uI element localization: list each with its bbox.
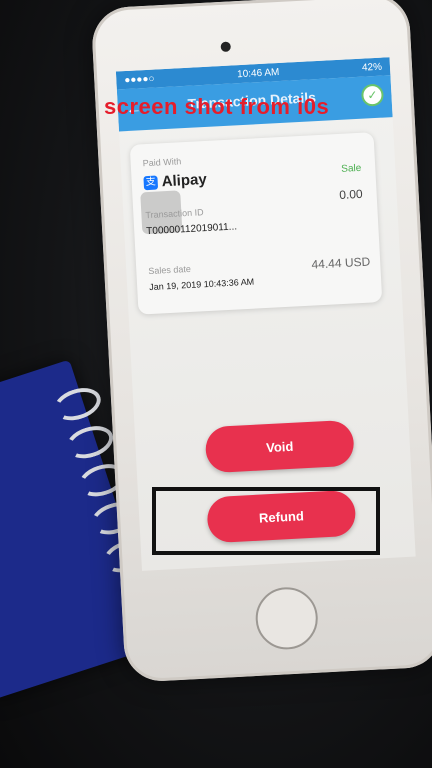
- check-icon: ✓: [360, 83, 385, 107]
- signal-icon: ●●●●○: [124, 73, 155, 86]
- front-camera: [220, 41, 231, 53]
- notebook-ring: [62, 420, 118, 464]
- sales-date: Jan 19, 2019 10:43:36 AM: [148, 276, 255, 293]
- alipay-icon: 支: [143, 175, 159, 190]
- status-time: 10:46 AM: [236, 66, 280, 80]
- transaction-card: Paid With 支 Alipay Sale 0.00 Transaction…: [129, 132, 383, 315]
- payment-method: 支 Alipay: [143, 171, 207, 191]
- void-button[interactable]: Void: [204, 419, 355, 474]
- sale-amount: 0.00: [338, 186, 363, 203]
- notebook-ring: [49, 382, 105, 426]
- transaction-id-label: Transaction ID: [145, 207, 204, 221]
- transaction-type: Sale: [340, 162, 362, 175]
- payment-method-name: Alipay: [161, 170, 208, 191]
- notebook-text: 09: [0, 541, 2, 580]
- highlight-box: [152, 487, 380, 555]
- annotation-text: screen shot from i0s: [104, 94, 330, 119]
- total-amount: 44.44 USD: [311, 254, 371, 272]
- home-button[interactable]: [254, 585, 320, 651]
- sales-date-label: Sales date: [148, 263, 192, 277]
- paid-with-label: Paid With: [142, 156, 182, 169]
- battery-level: 42%: [361, 61, 383, 74]
